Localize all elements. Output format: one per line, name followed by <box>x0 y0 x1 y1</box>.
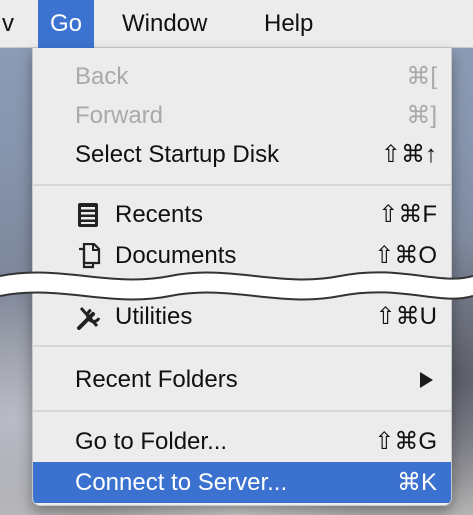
menu-item-forward[interactable]: Forward ⌘] <box>33 95 451 136</box>
menu-item-label: Select Startup Disk <box>75 141 280 168</box>
menubar-item-help[interactable]: Help <box>252 0 325 48</box>
screenshot-break-divider <box>0 271 473 301</box>
submenu-arrow-icon <box>420 372 433 388</box>
menu-item-label: Recent Folders <box>75 366 238 393</box>
menu-bar: v Go Window Help <box>0 0 473 48</box>
menu-item-label: Connect to Server... <box>75 469 288 496</box>
menu-item-recent-folders[interactable]: Recent Folders <box>33 359 451 400</box>
menu-separator <box>33 345 451 347</box>
menu-item-recents[interactable]: Recents ⇧⌘F <box>33 194 451 235</box>
menu-item-label: Back <box>75 63 129 90</box>
menubar-item-window[interactable]: Window <box>110 0 219 48</box>
menubar-item-go[interactable]: Go <box>38 0 95 48</box>
menu-item-back[interactable]: Back ⌘[ <box>33 56 451 97</box>
menu-item-shortcut: ⌘K <box>396 469 437 496</box>
menu-separator <box>33 410 451 412</box>
menu-item-shortcut: ⇧⌘G <box>374 428 437 455</box>
menu-item-connect-to-server[interactable]: Connect to Server... ⌘K <box>33 462 451 503</box>
menu-item-go-to-folder[interactable]: Go to Folder... ⇧⌘G <box>33 421 451 462</box>
menu-separator <box>33 184 451 186</box>
menu-item-label: Go to Folder... <box>75 428 228 455</box>
menu-item-label: Forward <box>75 102 164 129</box>
menu-item-shortcut: ⌘[ <box>406 63 437 90</box>
menubar-item-view[interactable]: v <box>0 0 26 48</box>
menu-item-label: Recents <box>115 201 204 228</box>
menu-item-select-startup-disk[interactable]: Select Startup Disk ⇧⌘↑ <box>33 134 451 175</box>
menu-item-shortcut: ⇧⌘↑ <box>380 141 437 168</box>
menu-item-shortcut: ⌘] <box>406 102 437 129</box>
menu-item-shortcut: ⇧⌘F <box>378 201 437 228</box>
recents-icon <box>78 203 98 227</box>
